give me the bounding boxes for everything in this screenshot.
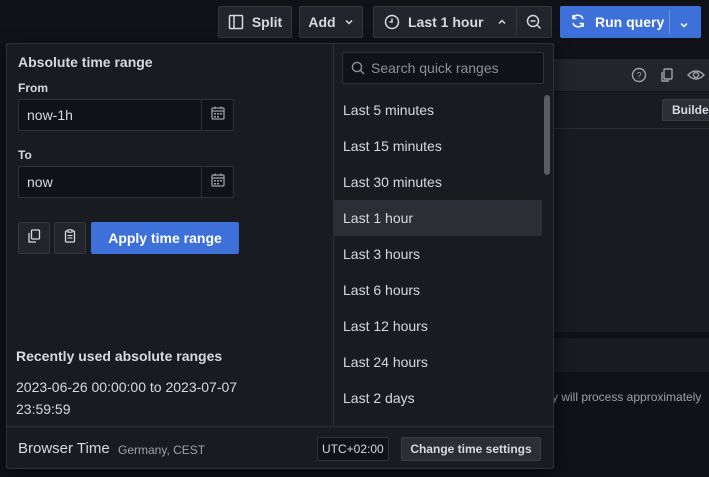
from-calendar-button[interactable] [202, 99, 234, 131]
editor-divider [552, 128, 709, 129]
calendar-icon [210, 173, 225, 192]
query-editor-body: Builde [552, 92, 709, 332]
quick-range-item[interactable]: Last 5 minutes [334, 92, 542, 128]
quick-range-item-selected[interactable]: Last 1 hour [334, 200, 542, 236]
help-icon[interactable]: ? [631, 67, 647, 88]
utc-offset-badge: UTC+02:00 [317, 437, 389, 461]
split-icon [228, 14, 244, 30]
zoom-out-icon [526, 14, 542, 30]
copy-icon[interactable] [659, 67, 675, 88]
eye-icon[interactable] [687, 67, 705, 88]
quick-range-item[interactable]: Last 15 minutes [334, 128, 542, 164]
to-calendar-button[interactable] [202, 166, 234, 198]
run-query-divider [669, 10, 670, 34]
quick-ranges-search[interactable]: Search quick ranges [342, 52, 544, 84]
browser-time-label: Browser Time [18, 440, 110, 457]
add-label: Add [308, 14, 336, 30]
absolute-range-title: Absolute time range [18, 54, 153, 70]
recent-range-item[interactable]: 2023-06-26 00:00:00 to 2023-07-07 23:59:… [16, 376, 237, 420]
time-range-label: Last 1 hour [408, 14, 484, 30]
recent-ranges-title: Recently used absolute ranges [16, 348, 223, 364]
time-range-picker-button[interactable]: Last 1 hour [373, 6, 517, 38]
add-button[interactable]: Add [299, 6, 363, 38]
absolute-range-panel: Absolute time range From now-1h To now A… [7, 44, 333, 426]
query-editor-header: ? [552, 59, 709, 91]
to-input[interactable]: now [18, 166, 202, 198]
calendar-icon [210, 106, 225, 125]
time-picker-footer: Browser Time Germany, CEST UTC+02:00 Cha… [7, 426, 553, 468]
from-label: From [18, 81, 48, 95]
quick-range-item[interactable]: Last 12 hours [334, 308, 542, 344]
chevron-up-icon [497, 17, 507, 27]
copy-icon [27, 228, 41, 248]
clock-icon [384, 14, 400, 30]
refresh-icon [570, 13, 586, 32]
recent-range-line1: 2023-06-26 00:00:00 to 2023-07-07 [16, 379, 238, 395]
to-label: To [18, 148, 32, 162]
quick-ranges-list: Last 5 minutes Last 15 minutes Last 30 m… [334, 92, 553, 426]
search-icon [351, 61, 365, 78]
split-label: Split [251, 14, 283, 30]
quick-range-item[interactable]: Last 6 hours [334, 272, 542, 308]
quick-range-item[interactable]: Last 2 days [334, 380, 542, 416]
from-input[interactable]: now-1h [18, 99, 202, 131]
quick-ranges-panel: Search quick ranges Last 5 minutes Last … [333, 44, 553, 426]
quick-range-item[interactable]: Last 30 minutes [334, 164, 542, 200]
query-estimate-notice: y will process approximately [552, 390, 702, 404]
time-picker-dropdown: Absolute time range From now-1h To now A… [6, 43, 554, 469]
apply-time-range-button[interactable]: Apply time range [91, 222, 239, 254]
paste-time-range-button[interactable] [54, 222, 86, 254]
builder-tab[interactable]: Builde [662, 99, 709, 121]
timezone-location: Germany, CEST [118, 443, 206, 457]
recent-range-line2: 23:59:59 [16, 401, 71, 417]
run-query-button[interactable]: Run query [560, 6, 701, 38]
quick-range-item[interactable]: Last 24 hours [334, 344, 542, 380]
chevron-down-icon[interactable] [679, 17, 689, 33]
search-placeholder: Search quick ranges [371, 60, 499, 76]
options-row [552, 338, 709, 372]
split-button[interactable]: Split [218, 6, 292, 38]
run-query-label: Run query [595, 14, 665, 30]
zoom-out-button[interactable] [516, 6, 552, 38]
change-time-settings-button[interactable]: Change time settings [401, 437, 541, 461]
quick-ranges-scrollbar[interactable] [544, 95, 550, 175]
clipboard-icon [63, 228, 77, 248]
chevron-down-icon [344, 17, 354, 27]
copy-time-range-button[interactable] [18, 222, 50, 254]
svg-text:?: ? [636, 71, 641, 81]
quick-range-item[interactable]: Last 3 hours [334, 236, 542, 272]
